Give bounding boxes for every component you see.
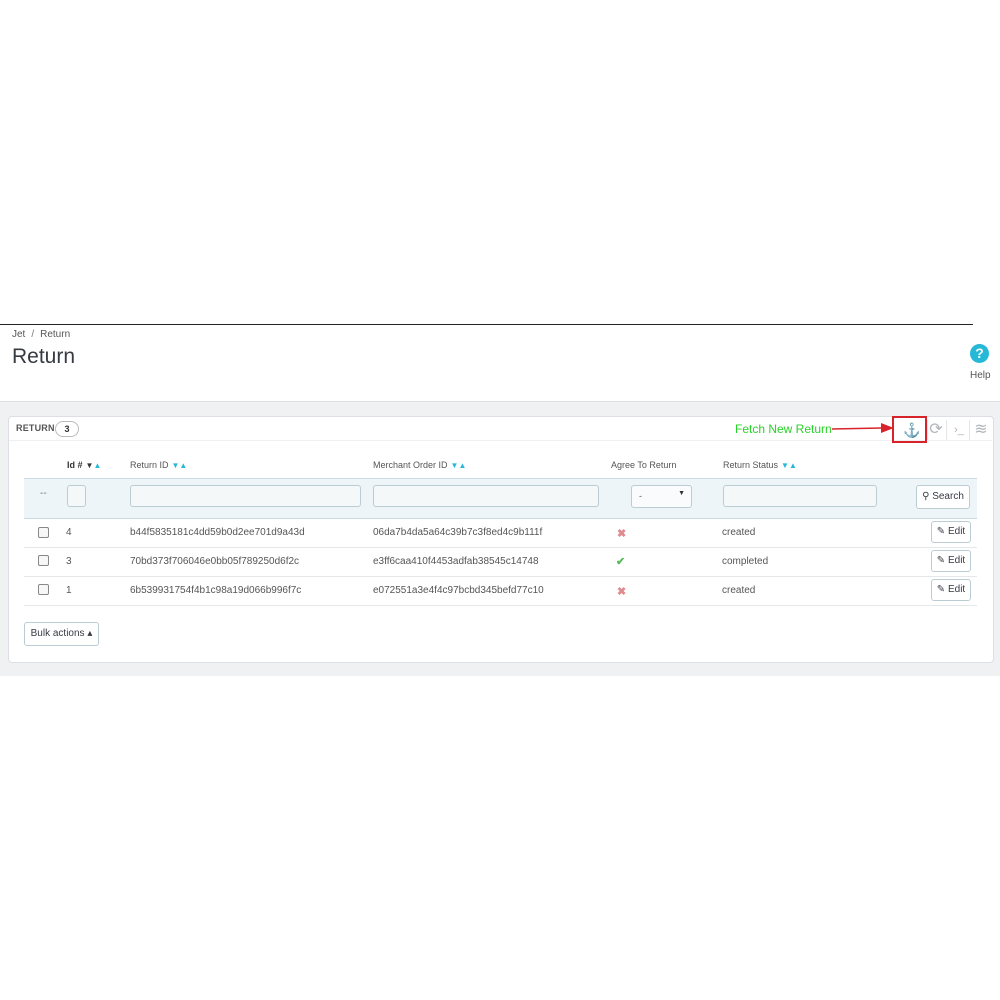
column-header-agree-to-return: Agree To Return bbox=[611, 460, 676, 470]
breadcrumb-item-return[interactable]: Return bbox=[40, 329, 70, 340]
help-icon[interactable]: ? bbox=[970, 344, 989, 363]
search-icon: ⚲ bbox=[922, 491, 930, 502]
fetch-new-return-annotation: Fetch New Return bbox=[735, 422, 832, 436]
cell-id: 1 bbox=[66, 585, 72, 596]
filter-return-status-input[interactable] bbox=[723, 485, 877, 507]
sort-icon[interactable]: ▼▲ bbox=[451, 461, 467, 470]
cell-return-id: 6b539931754f4b1c98a19d066b996f7c bbox=[130, 585, 302, 596]
breadcrumb: Jet / Return bbox=[12, 329, 70, 340]
column-header-return-status: Return Status ▼▲ bbox=[723, 460, 797, 470]
database-icon[interactable]: ≋ bbox=[969, 416, 993, 444]
chevron-down-icon: ▼ bbox=[678, 490, 685, 497]
cell-return-id: b44f5835181c4dd59b0d2ee701d9a43d bbox=[130, 527, 305, 538]
edit-button[interactable]: ✎ Edit bbox=[931, 521, 971, 543]
filter-return-id-input[interactable] bbox=[130, 485, 361, 507]
column-header-label: Return Status bbox=[723, 460, 779, 470]
pencil-icon: ✎ bbox=[936, 526, 946, 537]
filter-id-input[interactable] bbox=[67, 485, 86, 507]
sort-icon[interactable]: ▼▲ bbox=[86, 461, 102, 470]
pencil-icon: ✎ bbox=[936, 584, 946, 595]
annotation-arrow-icon bbox=[832, 423, 894, 433]
breadcrumb-item-jet[interactable]: Jet bbox=[12, 329, 25, 340]
column-header-label: Merchant Order ID bbox=[373, 460, 448, 470]
check-icon: ✔ bbox=[616, 556, 626, 568]
edit-button[interactable]: ✎ Edit bbox=[931, 550, 971, 572]
column-header-label: Id # bbox=[67, 460, 83, 470]
cell-status: created bbox=[722, 585, 756, 596]
page-header bbox=[0, 325, 1000, 401]
sort-icon[interactable]: ▼▲ bbox=[172, 461, 188, 470]
terminal-icon[interactable]: ›_ bbox=[947, 416, 971, 444]
row-checkbox[interactable] bbox=[38, 555, 49, 566]
cross-icon: ✖ bbox=[617, 528, 627, 540]
pencil-icon: ✎ bbox=[936, 555, 946, 566]
column-header-return-id: Return ID ▼▲ bbox=[130, 460, 187, 470]
help-label[interactable]: Help bbox=[970, 370, 991, 381]
panel-heading-divider bbox=[9, 440, 992, 441]
search-button[interactable]: ⚲ Search bbox=[916, 485, 970, 509]
search-label: Search bbox=[932, 491, 964, 502]
panel-title: RETURN bbox=[16, 423, 55, 433]
edit-label: Edit bbox=[947, 526, 966, 537]
column-header-label: Return ID bbox=[130, 460, 169, 470]
edit-label: Edit bbox=[947, 555, 966, 566]
cell-return-id: 70bd373f706046e0bb05f789250d6f2c bbox=[130, 556, 300, 567]
cell-id: 3 bbox=[66, 556, 72, 567]
column-header-merchant-order-id: Merchant Order ID ▼▲ bbox=[373, 460, 466, 470]
row-checkbox[interactable] bbox=[38, 527, 49, 538]
breadcrumb-separator: / bbox=[31, 329, 35, 340]
edit-button[interactable]: ✎ Edit bbox=[931, 579, 971, 601]
cell-status: completed bbox=[722, 556, 769, 567]
column-header-id: Id # ▼▲ bbox=[67, 460, 101, 470]
cell-id: 4 bbox=[66, 527, 72, 538]
row-checkbox[interactable] bbox=[38, 584, 49, 595]
bulk-actions-button[interactable]: Bulk actions ▴ bbox=[24, 622, 99, 646]
select-value: - bbox=[639, 491, 642, 501]
column-header-label: Agree To Return bbox=[611, 460, 677, 470]
filter-merchant-order-id-input[interactable] bbox=[373, 485, 599, 507]
cross-icon: ✖ bbox=[617, 586, 627, 598]
cell-merchant-order-id: e3ff6caa410f4453adfab38545c14748 bbox=[373, 556, 539, 567]
refresh-icon[interactable]: ⟳ bbox=[924, 416, 948, 444]
page-title: Return bbox=[12, 345, 76, 368]
anchor-highlight-box bbox=[892, 416, 927, 443]
count-badge: 3 bbox=[55, 421, 79, 437]
filter-bulk-placeholder: -- bbox=[40, 488, 47, 499]
cell-status: created bbox=[722, 527, 756, 538]
sort-icon[interactable]: ▼▲ bbox=[781, 461, 797, 470]
cell-merchant-order-id: e072551a3e4f4c97bcbd345befd77c10 bbox=[373, 585, 544, 596]
edit-label: Edit bbox=[947, 584, 966, 595]
cell-merchant-order-id: 06da7b4da5a64c39b7c3f8ed4c9b111f bbox=[373, 527, 543, 538]
filter-agree-select[interactable]: - ▼ bbox=[631, 485, 692, 508]
